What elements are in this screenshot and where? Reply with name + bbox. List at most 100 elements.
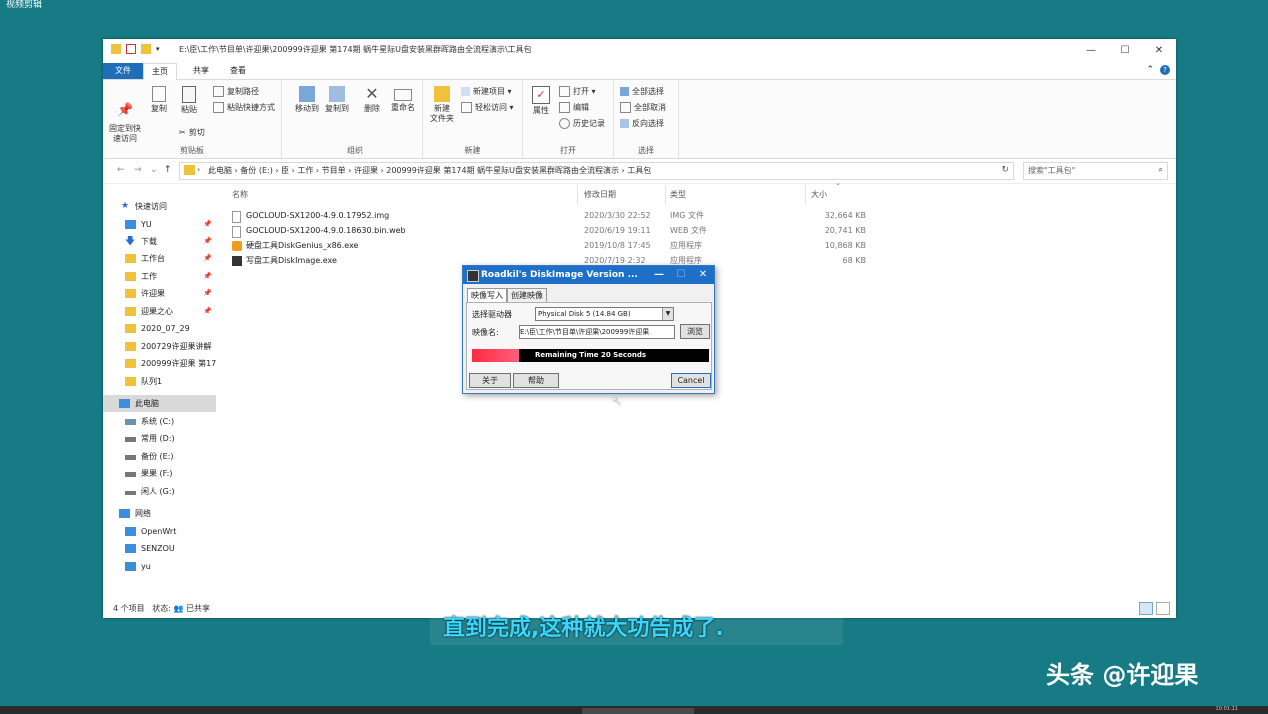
sidebar-item-drive-g[interactable]: 闲人 (G:) bbox=[103, 483, 216, 500]
move-to-button[interactable]: 移动到 bbox=[292, 86, 322, 114]
pin-icon: 📌 bbox=[203, 289, 212, 297]
sidebar-item-workbench[interactable]: 工作台 📌 bbox=[103, 250, 216, 267]
search-input[interactable]: 搜索"工具包" ⌕ bbox=[1023, 162, 1168, 180]
sidebar-item-200729[interactable]: 200729许迎果讲解 bbox=[103, 338, 216, 355]
dialog-minimize-button[interactable]: — bbox=[648, 266, 670, 284]
cancel-button[interactable]: Cancel bbox=[671, 373, 711, 388]
tab-share[interactable]: 共享 bbox=[185, 63, 217, 79]
browse-button[interactable]: 浏览 bbox=[680, 324, 710, 339]
drive-label: 选择驱动器 bbox=[472, 310, 512, 319]
chevron-up-icon[interactable]: ⌃ bbox=[1146, 65, 1154, 75]
pin-quick-access-button[interactable]: 📌 固定到快 速访问 bbox=[107, 86, 143, 154]
copy-button[interactable]: 复制 bbox=[147, 86, 171, 114]
status-bar: 4 个项目 状态: 👥 已共享 bbox=[113, 603, 210, 614]
address-bar[interactable]: › 此电脑 › 备份 (E:) › 臣 › 工作 › 节目单 › 许迎果 › 2… bbox=[179, 162, 1014, 180]
sidebar-item-200999[interactable]: 200999许迎果 第17 bbox=[103, 355, 216, 372]
new-item-button[interactable]: 新建项目 ▾ bbox=[461, 86, 512, 97]
chevron-down-icon[interactable]: ⌄ bbox=[150, 165, 158, 175]
delete-button[interactable]: ✕ 删除 bbox=[360, 86, 384, 114]
image-path-input[interactable]: E:\臣\工作\节目单\许迎果\200999许迎果 bbox=[519, 325, 675, 339]
paste-shortcut-button[interactable]: 粘贴快捷方式 bbox=[213, 102, 275, 113]
copy-path-button[interactable]: 复制路径 bbox=[213, 86, 259, 97]
dialog-close-button[interactable]: ✕ bbox=[692, 266, 714, 284]
history-button[interactable]: 历史记录 bbox=[559, 118, 605, 129]
drive-icon bbox=[125, 437, 136, 442]
chevron-down-icon[interactable]: ▾ bbox=[156, 45, 160, 53]
select-none-button[interactable]: 全部取消 bbox=[620, 102, 666, 113]
sidebar-item-xuyingguo[interactable]: 许迎果 📌 bbox=[103, 285, 216, 302]
invert-selection-button[interactable]: 反向选择 bbox=[620, 118, 664, 129]
sidebar-item-this-pc[interactable]: 此电脑 bbox=[103, 395, 216, 412]
up-arrow-icon[interactable]: ↑ bbox=[164, 165, 172, 175]
column-name[interactable]: 名称 bbox=[232, 189, 248, 200]
sidebar-item-drive-e[interactable]: 备份 (E:) bbox=[103, 448, 216, 465]
sidebar-item-drive-d[interactable]: 常用 (D:) bbox=[103, 430, 216, 447]
properties-icon[interactable] bbox=[126, 44, 136, 54]
sidebar-item-heart[interactable]: 迎果之心 📌 bbox=[103, 303, 216, 320]
column-divider[interactable] bbox=[805, 185, 806, 205]
sidebar-item-20200729[interactable]: 2020_07_29 bbox=[103, 320, 216, 337]
open-button[interactable]: 打开 ▾ bbox=[559, 86, 596, 97]
chevron-right-icon: › bbox=[197, 165, 201, 174]
sidebar-item-openwrt[interactable]: OpenWrt bbox=[103, 523, 216, 540]
breadcrumb[interactable]: 此电脑 › 备份 (E:) › 臣 › 工作 › 节目单 › 许迎果 › 200… bbox=[208, 165, 651, 176]
file-row[interactable]: 硬盘工具DiskGenius_x86.exe 2019/10/8 17:45 应… bbox=[228, 238, 948, 253]
mouse-cursor-icon: ↖ bbox=[612, 394, 623, 408]
paste-button[interactable]: 粘贴 bbox=[177, 86, 201, 115]
new-group-label: 新建 bbox=[464, 146, 481, 155]
back-arrow-icon[interactable]: ← bbox=[117, 165, 125, 175]
select-group-label: 选择 bbox=[638, 146, 654, 155]
new-folder-button[interactable]: 新建 文件夹 bbox=[427, 86, 457, 124]
sidebar-item-work[interactable]: 工作 📌 bbox=[103, 268, 216, 285]
file-row[interactable]: GOCLOUD-SX1200-4.9.0.17952.img 2020/3/30… bbox=[228, 208, 948, 223]
edit-button[interactable]: 编辑 bbox=[559, 102, 589, 113]
sidebar-item-yu-net[interactable]: yu bbox=[103, 558, 216, 575]
dialog-maximize-button[interactable]: ☐ bbox=[670, 266, 692, 284]
large-icons-view-icon[interactable] bbox=[1156, 602, 1170, 615]
tab-create-image[interactable]: 创建映像 bbox=[507, 288, 547, 302]
sidebar-item-yu[interactable]: YU 📌 bbox=[103, 216, 216, 233]
drive-select[interactable]: Physical Disk 5 (14.84 GB) ▼ bbox=[535, 307, 674, 321]
sidebar-item-quick-access[interactable]: ★ 快速访问 bbox=[103, 198, 216, 215]
copy-to-button[interactable]: 复制到 bbox=[322, 86, 352, 114]
close-button[interactable]: ✕ bbox=[1142, 39, 1176, 61]
chevron-down-icon: ▼ bbox=[662, 308, 673, 320]
taskbar-active-app[interactable] bbox=[582, 708, 694, 714]
properties-button[interactable]: ✓ 属性 bbox=[527, 86, 555, 116]
new-folder-icon[interactable] bbox=[141, 44, 151, 54]
help-icon[interactable]: ? bbox=[1160, 65, 1170, 75]
sidebar-item-drive-f[interactable]: 果果 (F:) bbox=[103, 465, 216, 482]
column-divider[interactable] bbox=[665, 185, 666, 205]
tab-view[interactable]: 查看 bbox=[222, 63, 254, 79]
column-date[interactable]: 修改日期 bbox=[584, 189, 616, 200]
move-to-icon bbox=[299, 86, 315, 102]
sidebar-item-network[interactable]: 网络 bbox=[103, 505, 216, 522]
sidebar-item-downloads[interactable]: 🡇 下载 📌 bbox=[103, 233, 216, 250]
minimize-button[interactable]: — bbox=[1074, 39, 1108, 61]
rename-button[interactable]: 重命名 bbox=[388, 86, 418, 113]
tab-file[interactable]: 文件 bbox=[103, 63, 143, 79]
column-divider[interactable] bbox=[577, 185, 578, 205]
sidebar-item-senzou[interactable]: SENZOU bbox=[103, 540, 216, 557]
tab-write-image[interactable]: 映像写入 bbox=[467, 288, 507, 302]
column-size[interactable]: 大小 bbox=[811, 189, 827, 200]
cut-button[interactable]: ✂ 剪切 bbox=[179, 127, 205, 138]
maximize-button[interactable]: ☐ bbox=[1108, 39, 1142, 61]
column-type[interactable]: 类型 bbox=[670, 189, 686, 200]
sidebar-item-queue[interactable]: 队列1 bbox=[103, 373, 216, 390]
about-button[interactable]: 关于 bbox=[469, 373, 511, 388]
refresh-icon[interactable]: ↻ bbox=[1001, 165, 1009, 175]
computer-icon bbox=[125, 562, 136, 571]
file-row[interactable]: GOCLOUD-SX1200-4.9.0.18630.bin.web 2020/… bbox=[228, 223, 948, 238]
clipboard-group-label: 剪贴板 bbox=[180, 146, 204, 155]
sidebar-item-drive-c[interactable]: 系统 (C:) bbox=[103, 413, 216, 430]
forward-arrow-icon[interactable]: → bbox=[134, 165, 142, 175]
tab-home[interactable]: 主页 bbox=[143, 63, 177, 81]
diskimage-dialog: Roadkil's DiskImage Version ... — ☐ ✕ 映像… bbox=[462, 265, 715, 394]
details-view-icon[interactable] bbox=[1139, 602, 1153, 615]
select-all-button[interactable]: 全部选择 bbox=[620, 86, 664, 97]
help-button[interactable]: 帮助 bbox=[513, 373, 559, 388]
pin-icon: 📌 bbox=[203, 307, 212, 315]
drive-icon bbox=[125, 472, 136, 477]
easy-access-button[interactable]: 轻松访问 ▾ bbox=[461, 102, 514, 113]
